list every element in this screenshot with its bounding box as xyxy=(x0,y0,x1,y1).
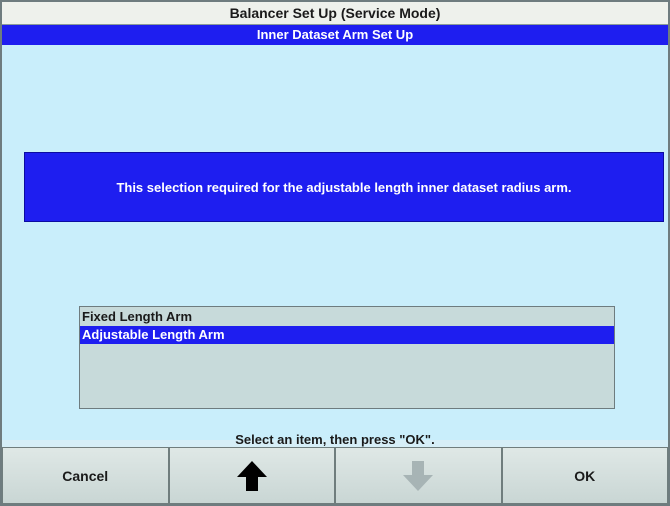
move-down-button[interactable] xyxy=(335,447,502,504)
instruction-prompt: Select an item, then press "OK". xyxy=(235,432,435,447)
button-bar: Cancel OK xyxy=(2,447,668,504)
move-up-button[interactable] xyxy=(168,447,335,504)
list-item-fixed-length-arm[interactable]: Fixed Length Arm xyxy=(80,308,614,326)
ok-button[interactable]: OK xyxy=(501,447,668,504)
info-message: This selection required for the adjustab… xyxy=(24,152,664,222)
down-arrow-icon xyxy=(400,458,436,494)
up-arrow-icon xyxy=(234,458,270,494)
balancer-screen: Balancer Set Up (Service Mode) Inner Dat… xyxy=(0,0,670,506)
arm-type-list[interactable]: Fixed Length Arm Adjustable Length Arm xyxy=(79,306,615,409)
cancel-button[interactable]: Cancel xyxy=(2,447,169,504)
content-area: This selection required for the adjustab… xyxy=(2,45,668,447)
window-title: Balancer Set Up (Service Mode) xyxy=(2,2,668,25)
section-title: Inner Dataset Arm Set Up xyxy=(2,25,668,45)
list-item-adjustable-length-arm[interactable]: Adjustable Length Arm xyxy=(80,326,614,344)
